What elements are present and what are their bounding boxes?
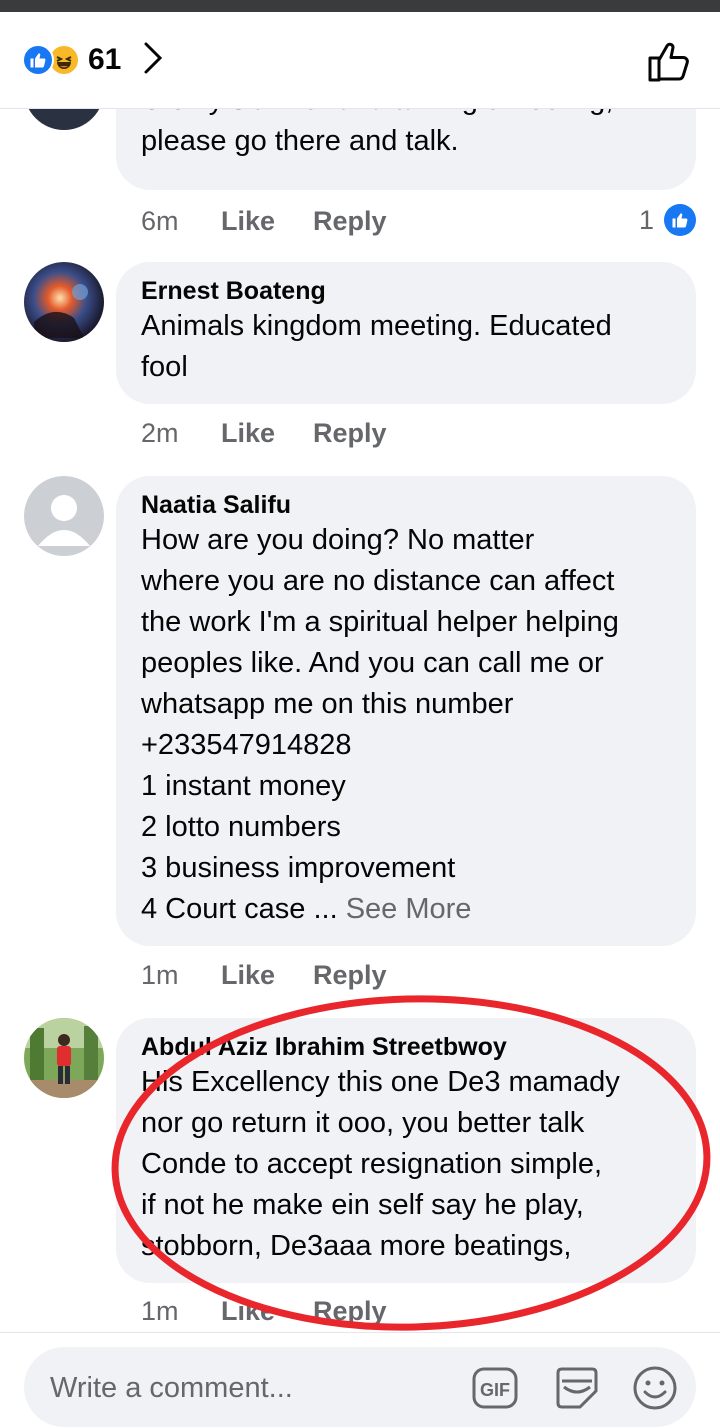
- like-button[interactable]: Like: [221, 418, 313, 449]
- avatar[interactable]: [24, 108, 104, 130]
- comment-list: U only sit in Ghana talking ur feeling, …: [0, 108, 720, 1332]
- comment-author[interactable]: Ernest Boateng: [141, 276, 672, 306]
- reply-button[interactable]: Reply: [313, 960, 387, 991]
- comments-sheet: 61 U only sit in Ghana talking ur feelin…: [0, 12, 720, 1428]
- see-more-link[interactable]: See More: [346, 893, 472, 925]
- like-reaction-icon: [22, 44, 54, 76]
- sticker-icon[interactable]: [552, 1363, 602, 1413]
- like-button[interactable]: Like: [221, 206, 313, 237]
- chevron-right-icon: [143, 41, 163, 80]
- comment-actions: 6m Like Reply: [141, 206, 387, 237]
- comment-input[interactable]: [48, 1363, 472, 1413]
- reply-button[interactable]: Reply: [313, 1296, 387, 1327]
- comment-actions: 1m Like Reply: [141, 1296, 387, 1327]
- comment-reaction-count[interactable]: 1: [639, 204, 696, 236]
- default-profile-icon: [38, 495, 90, 546]
- comments-header: 61: [0, 12, 720, 109]
- avatar[interactable]: [24, 262, 104, 342]
- comment-time: 1m: [141, 1296, 179, 1326]
- comment-actions: 1m Like Reply: [141, 960, 387, 991]
- reaction-count: 61: [88, 43, 122, 76]
- comment-actions: 2m Like Reply: [141, 418, 387, 449]
- like-button[interactable]: Like: [221, 1296, 313, 1327]
- comment-composer: GIF: [24, 1347, 696, 1427]
- reply-button[interactable]: Reply: [313, 418, 387, 449]
- comment-author[interactable]: Naatia Salifu: [141, 490, 672, 520]
- comment-time: 1m: [141, 960, 179, 990]
- comment-time: 6m: [141, 206, 179, 236]
- comment-bubble[interactable]: Naatia Salifu How are you doing? No matt…: [116, 476, 696, 946]
- comment-time: 2m: [141, 418, 179, 448]
- comment-text: His Excellency this one De3 mamady nor g…: [141, 1066, 620, 1262]
- comment-bubble[interactable]: U only sit in Ghana talking ur feeling, …: [116, 108, 696, 190]
- reply-button[interactable]: Reply: [313, 206, 387, 237]
- comment-text-wrapper: How are you doing? No matter where you a…: [141, 520, 672, 930]
- reaction-summary[interactable]: 61: [22, 40, 163, 80]
- like-button[interactable]: Like: [221, 960, 313, 991]
- avatar[interactable]: [24, 1018, 104, 1098]
- comment-bubble[interactable]: Ernest Boateng Animals kingdom meeting. …: [116, 262, 696, 404]
- thumbs-up-icon[interactable]: [646, 38, 692, 84]
- comment-reaction-number: 1: [638, 204, 654, 235]
- like-reaction-icon: [664, 204, 696, 236]
- comment-composer-bar: GIF: [0, 1332, 720, 1428]
- emoji-icon[interactable]: [630, 1363, 680, 1413]
- comment-text: How are you doing? No matter where you a…: [141, 524, 619, 925]
- comment-author[interactable]: Abdul Aziz Ibrahim Streetbwoy: [141, 1032, 672, 1062]
- comment-text: Animals kingdom meeting. Educated fool: [141, 310, 612, 383]
- avatar[interactable]: [24, 476, 104, 556]
- status-bar: [0, 0, 720, 12]
- comment-bubble[interactable]: Abdul Aziz Ibrahim Streetbwoy His Excell…: [116, 1018, 696, 1283]
- gif-icon[interactable]: GIF: [470, 1363, 520, 1413]
- svg-text:GIF: GIF: [480, 1380, 510, 1400]
- comment-text: U only sit in Ghana talking ur feeling, …: [141, 108, 613, 157]
